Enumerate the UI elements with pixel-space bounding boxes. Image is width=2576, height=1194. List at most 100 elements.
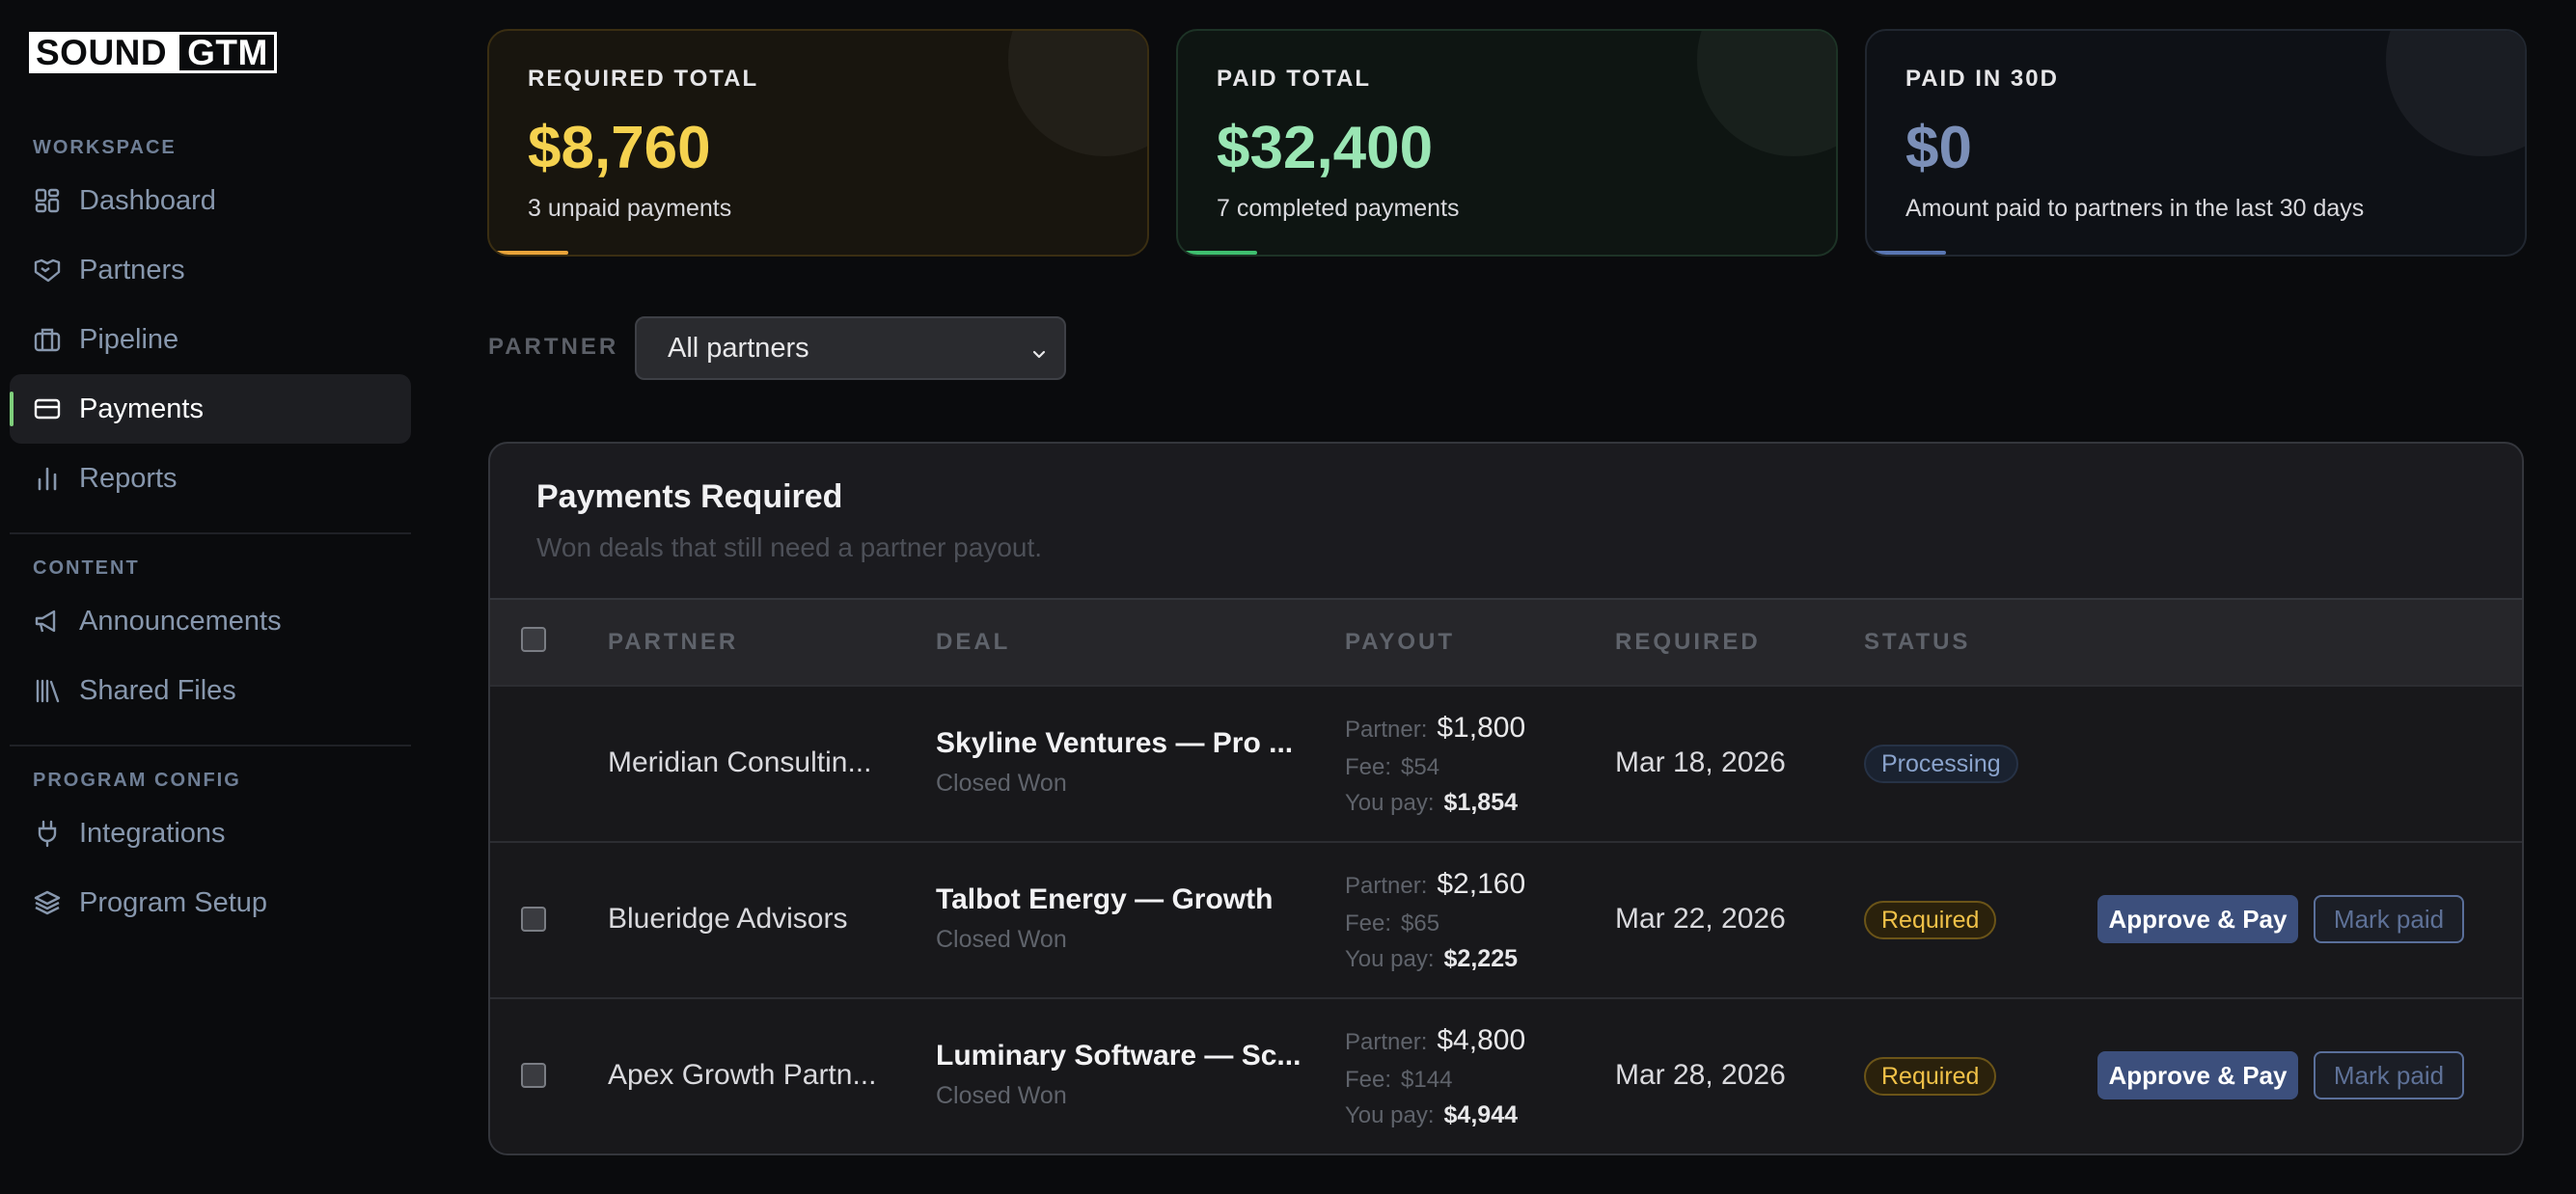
sidebar-item-label: Integrations xyxy=(79,817,226,849)
section-label-content: CONTENT xyxy=(33,557,140,579)
column-header-deal[interactable]: DEAL xyxy=(936,629,1010,656)
payout-partner-line: Partner: $1,800 xyxy=(1345,712,1525,745)
payout-partner-line: Partner: $2,160 xyxy=(1345,868,1525,901)
brand-logo-part1: SOUND xyxy=(32,35,178,71)
stat-value: $32,400 xyxy=(1217,115,1434,181)
stat-label: PAID IN 30D xyxy=(1905,66,2059,92)
row-deal[interactable]: Luminary Software — Sc... xyxy=(936,1040,1301,1072)
sidebar-item-partners[interactable]: Partners xyxy=(10,235,411,305)
approve-and-pay-button[interactable]: Approve & Pay xyxy=(2097,895,2298,943)
row-required-date: Mar 22, 2026 xyxy=(1615,903,1786,935)
stat-subtext: Amount paid to partners in the last 30 d… xyxy=(1905,195,2365,222)
payout-fee-label: Fee: xyxy=(1345,1067,1392,1093)
approve-and-pay-button[interactable]: Approve & Pay xyxy=(2097,1051,2298,1099)
sidebar-item-integrations[interactable]: Integrations xyxy=(10,799,411,868)
row-deal-stage: Closed Won xyxy=(936,770,1067,797)
payout-fee-value: $144 xyxy=(1401,1067,1453,1093)
payout-fee-value: $54 xyxy=(1401,754,1440,780)
status-badge: Required xyxy=(1864,901,1997,939)
stat-label: REQUIRED TOTAL xyxy=(528,66,759,92)
payout-total-line: You pay: $4,944 xyxy=(1345,1101,1518,1129)
row-deal[interactable]: Talbot Energy — Growth xyxy=(936,883,1273,916)
section-label-workspace: WORKSPACE xyxy=(33,137,177,158)
payout-fee-value: $65 xyxy=(1401,910,1440,936)
handshake-icon xyxy=(31,254,64,286)
payout-partner-value: $4,800 xyxy=(1437,1024,1526,1056)
stat-accent-bar xyxy=(1867,251,1946,255)
row-partner: Apex Growth Partn... xyxy=(608,1059,877,1091)
card-decoration xyxy=(1008,31,1147,156)
mark-paid-button[interactable]: Mark paid xyxy=(2314,895,2464,943)
sidebar-item-shared-files[interactable]: Shared Files xyxy=(10,656,411,725)
sidebar-item-pipeline[interactable]: Pipeline xyxy=(10,305,411,374)
sidebar-item-payments[interactable]: Payments xyxy=(10,374,411,444)
sidebar-item-label: Announcements xyxy=(79,605,282,637)
payout-total-value: $2,225 xyxy=(1443,945,1518,972)
status-badge: Required xyxy=(1864,1057,1997,1096)
stat-subtext: 3 unpaid payments xyxy=(528,195,732,222)
sidebar-divider xyxy=(10,532,411,534)
payout-partner-line: Partner: $4,800 xyxy=(1345,1024,1525,1057)
sidebar: SOUND GTM WORKSPACE Dashboard Partners P… xyxy=(0,0,419,1194)
column-header-status[interactable]: STATUS xyxy=(1864,629,1970,656)
row-required-date: Mar 28, 2026 xyxy=(1615,1059,1786,1091)
sidebar-divider xyxy=(10,745,411,746)
stat-card-required-total: REQUIRED TOTAL $8,760 3 unpaid payments xyxy=(487,29,1149,257)
payout-partner-label: Partner: xyxy=(1345,717,1428,743)
partner-filter-select[interactable]: All partners xyxy=(635,316,1066,380)
row-required-date: Mar 18, 2026 xyxy=(1615,746,1786,778)
table-row[interactable]: Meridian Consultin... Skyline Ventures —… xyxy=(490,685,2522,841)
app-root: SOUND GTM WORKSPACE Dashboard Partners P… xyxy=(0,0,2576,1194)
mark-paid-button[interactable]: Mark paid xyxy=(2314,1051,2464,1099)
stat-label: PAID TOTAL xyxy=(1217,66,1371,92)
row-checkbox[interactable] xyxy=(521,1063,546,1088)
sidebar-item-label: Dashboard xyxy=(79,184,216,216)
table-row[interactable]: Blueridge Advisors Talbot Energy — Growt… xyxy=(490,841,2522,997)
credit-card-icon xyxy=(31,393,64,425)
layers-icon xyxy=(31,886,64,919)
payout-total-line: You pay: $1,854 xyxy=(1345,789,1518,817)
card-decoration xyxy=(2386,31,2525,156)
sidebar-item-dashboard[interactable]: Dashboard xyxy=(10,166,411,235)
row-partner: Meridian Consultin... xyxy=(608,746,872,778)
row-deal-stage: Closed Won xyxy=(936,1082,1067,1109)
sidebar-item-reports[interactable]: Reports xyxy=(10,444,411,513)
stat-accent-bar xyxy=(1178,251,1257,255)
plug-icon xyxy=(31,817,64,850)
sidebar-item-label: Pipeline xyxy=(79,323,179,355)
brand-logo[interactable]: SOUND GTM xyxy=(29,32,277,73)
stat-value: $0 xyxy=(1905,115,1972,181)
payout-partner-value: $1,800 xyxy=(1437,712,1526,744)
status-badge: Processing xyxy=(1864,745,2018,783)
payout-total-line: You pay: $2,225 xyxy=(1345,945,1518,973)
partner-filter-label: PARTNER xyxy=(488,334,619,360)
stat-value: $8,760 xyxy=(528,115,711,181)
payout-total-value: $1,854 xyxy=(1443,789,1518,816)
sidebar-item-label: Partners xyxy=(79,254,185,285)
column-header-required[interactable]: REQUIRED xyxy=(1615,629,1761,656)
sidebar-item-label: Shared Files xyxy=(79,674,236,706)
sidebar-item-announcements[interactable]: Announcements xyxy=(10,586,411,656)
row-deal[interactable]: Skyline Ventures — Pro ... xyxy=(936,727,1293,760)
stat-accent-bar xyxy=(489,251,568,255)
payout-fee-line: Fee: $54 xyxy=(1345,754,1439,781)
section-label-program-config: PROGRAM CONFIG xyxy=(33,770,241,791)
column-header-partner[interactable]: PARTNER xyxy=(608,629,738,656)
payout-fee-label: Fee: xyxy=(1345,910,1392,936)
library-icon xyxy=(31,674,64,707)
payout-total-value: $4,944 xyxy=(1443,1101,1518,1128)
sidebar-item-program-setup[interactable]: Program Setup xyxy=(10,868,411,937)
payout-total-label: You pay: xyxy=(1345,1102,1435,1128)
column-header-payout[interactable]: PAYOUT xyxy=(1345,629,1455,656)
row-deal-stage: Closed Won xyxy=(936,926,1067,953)
payout-total-label: You pay: xyxy=(1345,790,1435,816)
table-row[interactable]: Apex Growth Partn... Luminary Software —… xyxy=(490,997,2522,1153)
chevron-down-icon xyxy=(1029,339,1049,371)
select-all-checkbox[interactable] xyxy=(521,627,546,652)
table-header: PARTNER DEAL PAYOUT REQUIRED STATUS xyxy=(490,598,2522,685)
payout-fee-line: Fee: $144 xyxy=(1345,1067,1452,1094)
brand-logo-part2: GTM xyxy=(177,35,274,71)
sidebar-item-label: Payments xyxy=(79,393,204,424)
payout-partner-label: Partner: xyxy=(1345,873,1428,899)
row-checkbox[interactable] xyxy=(521,907,546,932)
